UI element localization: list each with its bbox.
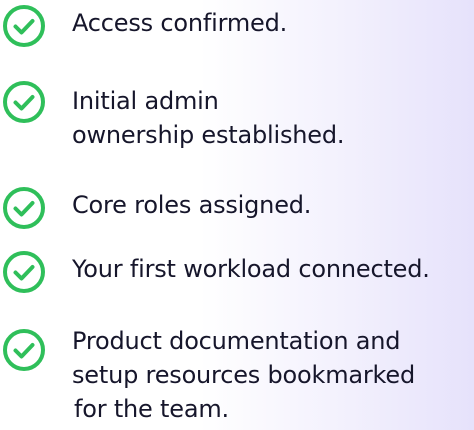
checklist-item-label: Access confirmed.	[72, 6, 287, 40]
check-circle-icon	[0, 2, 48, 50]
checklist-item-line: for the team.	[74, 395, 229, 423]
checklist-item-line: setup resources bookmarked	[72, 361, 415, 389]
checklist-item-label: Initial admin ownership established.	[72, 84, 345, 152]
checklist-item-line: Product documentation and	[72, 327, 401, 355]
checklist-item-line: Your first workload connected.	[72, 255, 430, 283]
checklist-item-line: ownership established.	[72, 121, 345, 149]
check-circle-icon	[0, 184, 48, 232]
check-circle-icon	[0, 248, 48, 296]
check-circle-icon	[0, 326, 48, 374]
checklist-item-label: Your first workload connected.	[72, 252, 430, 286]
check-circle-icon	[0, 78, 48, 126]
checklist-item-line: Access confirmed.	[72, 9, 288, 37]
checklist-item-line: Core roles assigned.	[72, 191, 312, 219]
checklist: Access confirmed. Initial admin ownershi…	[0, 0, 474, 430]
checklist-item-label: Product documentation and setup resource…	[72, 324, 415, 426]
checklist-item-label: Core roles assigned.	[72, 188, 311, 222]
checklist-item-line: Initial admin	[72, 87, 219, 115]
